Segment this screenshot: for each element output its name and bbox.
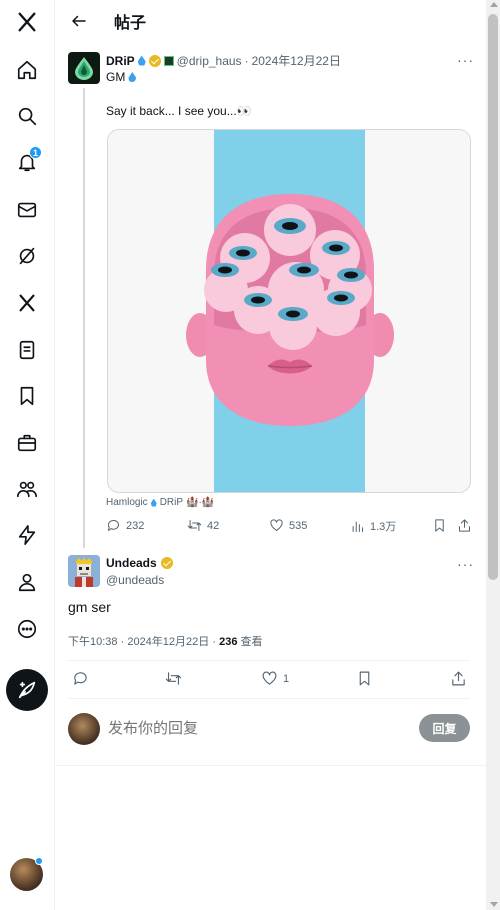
arrow-left-icon bbox=[72, 15, 86, 27]
repost-icon bbox=[165, 672, 182, 685]
divider bbox=[68, 698, 470, 699]
tweet2-date[interactable]: 2024年12月22日 bbox=[127, 636, 209, 648]
search-icon[interactable] bbox=[13, 102, 41, 130]
undeads-avatar[interactable] bbox=[68, 555, 100, 587]
verified-badge-icon[interactable] bbox=[160, 557, 173, 569]
affiliate-badge-icon[interactable] bbox=[163, 55, 174, 66]
tweet1-bookmark-button[interactable] bbox=[432, 518, 447, 533]
briefcase-icon[interactable] bbox=[13, 429, 41, 457]
tweet2-more-button[interactable]: ··· bbox=[457, 556, 474, 572]
tweet2-action-bar: 1 bbox=[68, 670, 470, 692]
eyes-head-illustration bbox=[108, 130, 470, 492]
reply-input[interactable] bbox=[108, 716, 408, 740]
page-title: 帖子 bbox=[114, 15, 147, 32]
tweet2-views-label: 查看 bbox=[240, 636, 263, 648]
tweet1-author-name[interactable]: DRiP bbox=[106, 54, 135, 68]
media-caption-author[interactable]: Hamlogic bbox=[106, 497, 148, 508]
tweet1-like-count: 535 bbox=[289, 519, 308, 532]
tweet1-reply-count: 232 bbox=[126, 519, 145, 532]
tweet2-time[interactable]: 下午10:38 bbox=[68, 636, 118, 648]
tweet1-like-button[interactable]: 535 bbox=[269, 518, 307, 533]
divider bbox=[68, 660, 470, 661]
sidebar: 1 bbox=[0, 0, 55, 910]
media-caption-source[interactable]: DRiP bbox=[160, 497, 183, 508]
tweet1-repost-button[interactable]: 42 bbox=[187, 518, 219, 533]
tweet1-handle[interactable]: @drip_haus bbox=[177, 54, 242, 68]
tweet2-meta: 下午10:38 · 2024年12月22日 · 236 查看 bbox=[68, 633, 263, 649]
scrollbar-thumb[interactable] bbox=[488, 14, 498, 580]
droplet-icon bbox=[150, 498, 157, 507]
tweet1-repost-count: 42 bbox=[207, 519, 220, 532]
views-chart-icon bbox=[352, 521, 363, 532]
notification-badge: 1 bbox=[29, 146, 42, 159]
tweet1-header: DRiP @drip_haus · 2024年12月22日 bbox=[106, 52, 341, 69]
grok-icon[interactable] bbox=[13, 242, 41, 270]
tweet1-action-bar: 232 42 535 1.3万 bbox=[106, 518, 474, 538]
tweet2-author: Undeads bbox=[106, 556, 173, 570]
drip-logo-icon bbox=[75, 57, 93, 80]
tweet1-media-image[interactable] bbox=[107, 129, 471, 493]
divider bbox=[56, 765, 486, 766]
scroll-up-arrow-icon[interactable] bbox=[490, 2, 498, 7]
lightning-icon[interactable] bbox=[13, 521, 41, 549]
droplet-icon bbox=[128, 72, 137, 82]
tweet1-text: Say it back... I see you...👀 bbox=[106, 104, 252, 118]
thread-connector-line bbox=[83, 88, 85, 548]
pixel-skeleton-avatar bbox=[68, 555, 100, 587]
tweet2-views-count: 236 bbox=[219, 636, 238, 648]
separator-dot: · bbox=[244, 53, 249, 68]
tweet1-date[interactable]: 2024年12月22日 bbox=[252, 52, 341, 69]
account-status-dot bbox=[35, 857, 43, 865]
x-icon[interactable] bbox=[13, 289, 41, 317]
lists-icon[interactable] bbox=[13, 336, 41, 364]
tweet1-share-button[interactable] bbox=[457, 518, 472, 533]
reply-icon bbox=[107, 520, 119, 531]
share-icon bbox=[459, 519, 470, 532]
back-button[interactable] bbox=[62, 4, 96, 38]
droplet-icon bbox=[137, 55, 146, 66]
heart-icon bbox=[262, 671, 277, 685]
x-logo-icon[interactable] bbox=[13, 8, 41, 36]
mail-icon[interactable] bbox=[13, 196, 41, 224]
media-caption: Hamlogic DRiP 🏰·🏰 bbox=[106, 497, 214, 508]
tweet2-share-button[interactable] bbox=[450, 670, 467, 687]
tweet1-bio-line: GM bbox=[106, 70, 137, 84]
tweet2-text: gm ser bbox=[68, 599, 111, 615]
tweet1-views-button[interactable]: 1.3万 bbox=[350, 518, 396, 534]
tweet2-like-button[interactable]: 1 bbox=[261, 670, 289, 687]
heart-icon bbox=[270, 519, 283, 531]
reply-icon bbox=[74, 672, 87, 685]
media-caption-tail: 🏰·🏰 bbox=[186, 497, 215, 508]
tweet1-gm-text: GM bbox=[106, 70, 126, 84]
tweet2-handle[interactable]: @undeads bbox=[106, 573, 164, 587]
more-icon[interactable] bbox=[13, 615, 41, 643]
verified-badge-icon[interactable] bbox=[148, 54, 161, 67]
compose-icon bbox=[18, 681, 36, 699]
tweet2-like-count: 1 bbox=[283, 672, 290, 685]
tweet2-author-name[interactable]: Undeads bbox=[106, 556, 157, 570]
bell-icon[interactable]: 1 bbox=[13, 146, 42, 176]
reply-button[interactable]: 回复 bbox=[419, 714, 470, 742]
bookmark-icon bbox=[435, 519, 444, 532]
tweet1-reply-button[interactable]: 232 bbox=[106, 518, 144, 533]
profile-icon[interactable] bbox=[13, 568, 41, 596]
communities-icon[interactable] bbox=[13, 475, 41, 503]
tweet1-more-button[interactable]: ··· bbox=[457, 52, 474, 68]
tweet2-bookmark-button[interactable] bbox=[356, 670, 373, 687]
tweet2-repost-button[interactable] bbox=[165, 670, 182, 687]
share-icon bbox=[452, 671, 465, 686]
repost-icon bbox=[187, 520, 202, 531]
reply-composer-avatar bbox=[68, 713, 100, 745]
home-icon[interactable] bbox=[13, 56, 41, 84]
bookmark-icon bbox=[359, 671, 370, 686]
bookmark-icon[interactable] bbox=[13, 382, 41, 410]
page-header: 帖子 bbox=[56, 0, 486, 42]
tweet2-reply-button[interactable] bbox=[72, 670, 89, 687]
drip-avatar[interactable] bbox=[68, 52, 100, 84]
scroll-down-arrow-icon[interactable] bbox=[490, 902, 498, 907]
tweet1-views-count: 1.3万 bbox=[370, 521, 397, 533]
compose-post-button[interactable] bbox=[6, 669, 48, 711]
